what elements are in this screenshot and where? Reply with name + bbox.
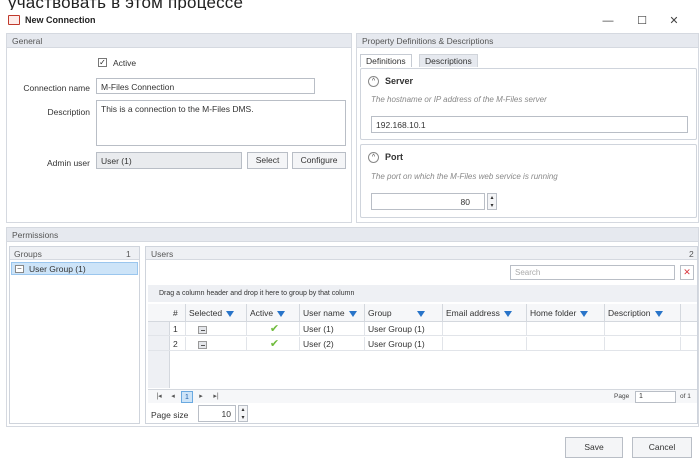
active-label: Active [113,58,137,68]
port-description: The port on which the M-Files web servic… [371,172,558,181]
port-title: Port [385,152,403,162]
col-selected[interactable]: Selected [186,304,247,322]
filter-icon[interactable] [416,310,425,317]
port-group: ^ Port The port on which the M-Files web… [360,144,697,218]
email-cell [443,337,527,351]
description-textarea[interactable]: This is a connection to the M-Files DMS. [96,100,346,146]
first-page-button[interactable]: |◂ [154,391,164,403]
users-panel: Users 2 Search ✕ Drag a column header an… [145,246,698,424]
filter-icon[interactable] [580,310,589,317]
users-grid: # Selected Active User name Group Email … [148,304,697,388]
col-num[interactable]: # [170,304,186,322]
server-description: The hostname or IP address of the M-File… [371,95,547,104]
description-cell [605,337,681,351]
general-panel: General ✓ Active Connection name M-Files… [6,33,352,223]
user-name-cell: User (2) [300,337,365,351]
admin-user-input: User (1) [96,152,242,169]
table-row[interactable]: 1 ✔ User (1) User Group (1) [148,322,697,336]
active-cell: ✔ [247,337,300,351]
maximize-button[interactable]: ☐ [632,12,652,30]
group-cell: User Group (1) [365,337,443,351]
filter-icon[interactable] [226,310,235,317]
group-item-label: User Group (1) [29,264,86,274]
active-cell: ✔ [247,322,300,336]
current-page-button[interactable]: 1 [181,391,193,403]
connection-name-label: Connection name [23,83,90,93]
title-bar: New Connection — ☐ ✕ [0,10,700,32]
col-active[interactable]: Active [247,304,300,322]
filter-icon[interactable] [277,310,286,317]
clear-search-icon[interactable]: ✕ [680,265,694,280]
filter-icon[interactable] [654,310,663,317]
users-title: Users [151,249,174,259]
page-size-label: Page size [151,410,189,420]
permissions-header: Permissions [7,228,698,242]
selected-cell[interactable] [186,337,247,351]
description-cell [605,322,681,336]
prev-page-button[interactable]: ◂ [168,391,178,403]
description-label: Description [47,107,90,117]
col-email[interactable]: Email address [443,304,527,322]
home-folder-cell [527,337,605,351]
selected-toggle[interactable] [198,341,207,349]
minimize-button[interactable]: — [598,12,618,30]
groups-title: Groups [14,249,42,259]
users-count: 2 [689,249,694,259]
page-size-spinner[interactable]: ▴ ▾ [238,405,248,422]
cancel-button[interactable]: Cancel [632,437,692,458]
col-home-folder[interactable]: Home folder [527,304,605,322]
group-cell: User Group (1) [365,322,443,336]
server-input[interactable]: 192.168.10.1 [371,116,688,133]
active-checkbox[interactable]: ✓ [98,58,107,67]
group-hint: Drag a column header and drop it here to… [159,290,355,297]
page-total: of 1 [680,393,691,400]
admin-user-label: Admin user [47,158,90,168]
filter-icon[interactable] [348,310,357,317]
email-cell [443,322,527,336]
window-title: New Connection [25,15,96,25]
user-name-cell: User (1) [300,322,365,336]
next-page-button[interactable]: ▸ [196,391,206,403]
row-num: 2 [170,337,186,351]
collapse-port-icon[interactable]: ^ [368,152,379,163]
collapse-server-icon[interactable]: ^ [368,76,379,87]
port-input[interactable]: 80 [371,193,485,210]
tab-definitions[interactable]: Definitions [360,54,412,67]
connection-icon [8,15,20,25]
groups-list: Groups 1 – User Group (1) [9,246,140,424]
groups-count: 1 [126,249,131,259]
collapse-group-icon[interactable]: – [15,265,24,273]
selected-cell[interactable] [186,322,247,336]
home-folder-cell [527,322,605,336]
page-label: Page [614,393,630,400]
check-icon: ✔ [269,323,280,335]
check-icon: ✔ [269,338,280,350]
col-user-name[interactable]: User name [300,304,365,322]
property-panel: Property Definitions & Descriptions Defi… [356,33,699,223]
server-group: ^ Server The hostname or IP address of t… [360,68,697,140]
pager-bar: |◂ ◂ 1 ▸ ▸| Page 1 of 1 [148,389,697,403]
close-button[interactable]: ✕ [664,12,684,30]
page-input[interactable]: 1 [635,391,676,403]
search-input[interactable]: Search [510,265,675,280]
select-button[interactable]: Select [247,152,288,169]
row-num: 1 [170,322,186,336]
port-spinner[interactable]: ▴ ▾ [487,193,497,210]
configure-button[interactable]: Configure [292,152,346,169]
permissions-panel: Permissions Groups 1 – User Group (1) Us… [6,227,699,427]
last-page-button[interactable]: ▸| [210,391,222,403]
property-header: Property Definitions & Descriptions [357,34,698,48]
tab-descriptions[interactable]: Descriptions [419,54,478,67]
save-button[interactable]: Save [565,437,623,458]
server-title: Server [385,76,414,86]
col-group[interactable]: Group [365,304,443,322]
filter-icon[interactable] [503,310,512,317]
table-row[interactable]: 2 ✔ User (2) User Group (1) [148,337,697,351]
page-size-input[interactable]: 10 [198,405,236,422]
group-item[interactable]: – User Group (1) [11,262,138,275]
connection-name-input[interactable]: M-Files Connection [96,78,315,94]
general-header: General [7,34,351,48]
col-description[interactable]: Description [605,304,681,322]
selected-toggle[interactable] [198,326,207,334]
